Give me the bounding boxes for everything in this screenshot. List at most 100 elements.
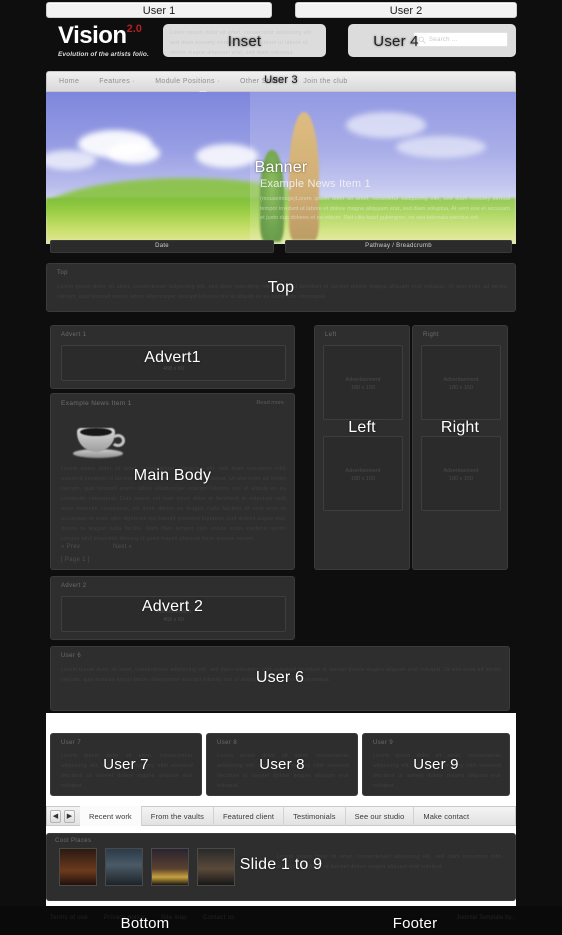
user8-body: Lorem ipsum dolor sit amet, consectetuer…: [217, 753, 349, 789]
advert2-ad-line1: Advertisement: [155, 609, 192, 615]
site-footer: Terms of use Privacy policy Site map Con…: [0, 906, 562, 935]
module-position-user2[interactable]: User 2: [295, 2, 517, 18]
user9-title: User 9: [373, 740, 394, 746]
article-next-link[interactable]: Next »: [113, 544, 132, 550]
advert2-banner-box[interactable]: Advertisement 468 x 60: [61, 596, 286, 632]
right-module-title: Right: [423, 332, 440, 338]
tab-recent-work[interactable]: Recent work: [80, 806, 142, 826]
banner-news-title: Example News Item 1: [260, 178, 371, 190]
chevron-right-icon: ▶: [66, 813, 73, 820]
slide-thumbnail-3[interactable]: [151, 848, 189, 886]
article-body: Lorem ipsum dolor sit amet, consectetuer…: [61, 466, 286, 542]
module-position-user4[interactable]: Search ...: [348, 24, 516, 57]
nav-item-other-stuff[interactable]: Other Stuff ·: [240, 78, 283, 85]
right-ad1-line2: 180 x 150: [448, 385, 474, 391]
advert1-banner-box[interactable]: Advertisement 468 x 60: [61, 345, 286, 381]
advert2-ad-line2: 468 x 60: [162, 617, 185, 623]
logo-tagline: Evolution of the artists folio.: [58, 51, 149, 58]
module-position-right[interactable]: Right Advertisement 180 x 150 Advertisem…: [412, 325, 508, 570]
left-ad2-line1: Advertisement: [345, 468, 381, 474]
article-page-indicator: [ Page 1 ]: [61, 557, 90, 563]
module-position-top[interactable]: Top Lorem ipsum dolor sit amet, consecte…: [46, 263, 516, 312]
logo-text: Vision: [58, 22, 127, 49]
cloud-2: [108, 142, 160, 164]
user6-title: User 6: [61, 653, 82, 659]
article-body-top: [135, 414, 283, 424]
slide-thumbnail-1[interactable]: [59, 848, 97, 886]
footer-link-privacy[interactable]: Privacy policy: [104, 915, 145, 921]
breadcrumb-bar[interactable]: Pathway / Breadcrumb: [285, 240, 512, 253]
article-prev-link[interactable]: « Prev: [61, 544, 80, 550]
nav-item-module-positions[interactable]: Module Positions ·: [155, 78, 220, 85]
date-label: Date: [155, 243, 169, 249]
top-module-title: Top: [57, 270, 68, 276]
footer-link-terms[interactable]: Terms of use: [50, 915, 88, 921]
right-ad-box-2[interactable]: Advertisement 180 x 150: [421, 436, 501, 511]
footer-link-sitemap[interactable]: Site map: [161, 915, 187, 921]
footer-link-contact[interactable]: Contact us: [203, 915, 235, 921]
module-position-advert2[interactable]: Advert 2 Advertisement 468 x 60: [50, 576, 295, 640]
site-logo[interactable]: Vision2.0 Evolution of the artists folio…: [58, 22, 149, 58]
showcase-tab-strip[interactable]: ◀ ▶ Recent work From the vaults Featured…: [46, 806, 516, 826]
right-ad1-line1: Advertisement: [443, 377, 479, 383]
module-position-left[interactable]: Left Advertisement 180 x 150 Advertiseme…: [314, 325, 410, 570]
top-module-body: Lorem ipsum dolor sit amet, consectetuer…: [57, 284, 507, 300]
nav-item-features[interactable]: Features ·: [99, 78, 135, 85]
advert1-ad-line2: 468 x 60: [162, 366, 185, 372]
tab-see-our-studio[interactable]: See our studio: [346, 806, 415, 826]
left-ad1-line1: Advertisement: [345, 377, 381, 383]
banner-image-area: Example News Item 1 (mouseimage)Lorem ip…: [46, 92, 516, 244]
user6-body: Lorem ipsum dolor sit amet, consectetuer…: [61, 667, 501, 683]
coffee-cup-image: [73, 416, 125, 460]
left-ad-box-2[interactable]: Advertisement 180 x 150: [323, 436, 403, 511]
user8-title: User 8: [217, 740, 238, 746]
module-position-user1[interactable]: User 1: [46, 2, 272, 18]
article-read-more-link[interactable]: Read more: [256, 400, 284, 406]
nav-item-join-the-club[interactable]: Join the club: [303, 78, 348, 85]
inset-ghost-text: Lorem ipsum dolor sit amet, consectetur …: [170, 30, 314, 56]
left-ad2-line2: 180 x 150: [350, 476, 376, 482]
tab-testimonials[interactable]: Testimonials: [284, 806, 346, 826]
tab-prev-button[interactable]: ◀: [50, 809, 61, 823]
tab-next-button[interactable]: ▶: [64, 809, 75, 823]
footer-credit: Joomla! Template by...: [456, 915, 516, 921]
user7-body: Lorem ipsum dolor sit amet, consectetuer…: [61, 753, 193, 789]
slide-module-title: Cool Places: [55, 838, 92, 844]
module-position-user9[interactable]: User 9 Lorem ipsum dolor sit amet, conse…: [362, 733, 510, 796]
left-ad1-line2: 180 x 150: [350, 385, 376, 391]
left-ad-box-1[interactable]: Advertisement 180 x 150: [323, 345, 403, 420]
user9-body: Lorem ipsum dolor sit amet, consectetuer…: [373, 753, 501, 789]
advert1-ad-line1: Advertisement: [155, 358, 192, 364]
slide-thumbnail-2[interactable]: [105, 848, 143, 886]
tab-featured-client[interactable]: Featured client: [214, 806, 285, 826]
chevron-left-icon: ◀: [52, 813, 59, 820]
footer-links[interactable]: Terms of use Privacy policy Site map Con…: [50, 915, 235, 921]
banner-news-body: (mouseimage)Lorem ipsum dolor sit amet, …: [260, 196, 510, 221]
pathway-label: Pathway / Breadcrumb: [365, 243, 432, 249]
module-position-inset[interactable]: Lorem ipsum dolor sit amet, consectetur …: [163, 24, 326, 57]
module-position-user8[interactable]: User 8 Lorem ipsum dolor sit amet, conse…: [206, 733, 358, 796]
banner-news-item[interactable]: Example News Item 1 (mouseimage)Lorem ip…: [260, 178, 510, 224]
module-position-date[interactable]: Date: [50, 240, 274, 253]
label-user2: User 2: [389, 5, 423, 17]
right-ad-box-1[interactable]: Advertisement 180 x 150: [421, 345, 501, 420]
article-title: Example News Item 1: [61, 400, 132, 407]
module-position-user6[interactable]: User 6 Lorem ipsum dolor sit amet, conse…: [50, 646, 510, 711]
page-root: User 1 User 2 Vision2.0 Evolution of the…: [0, 0, 562, 935]
main-body-article[interactable]: Example News Item 1 Read more Lorem ipsu…: [50, 393, 295, 570]
module-position-user7[interactable]: User 7 Lorem ipsum dolor sit amet, conse…: [50, 733, 202, 796]
right-ad2-line2: 180 x 150: [448, 476, 474, 482]
slide-thumbnail-4[interactable]: [197, 848, 235, 886]
module-position-advert1[interactable]: Advert 1 Advertisement 468 x 60: [50, 325, 295, 389]
tab-from-the-vaults[interactable]: From the vaults: [142, 806, 214, 826]
cup-handle: [111, 434, 125, 447]
search-icon: [418, 36, 426, 44]
tab-make-contact[interactable]: Make contact: [414, 806, 478, 826]
main-navigation[interactable]: Home Features · Module Positions · Other…: [46, 71, 516, 95]
search-box[interactable]: Search ...: [413, 32, 508, 47]
label-user1: User 1: [142, 5, 176, 17]
left-module-title: Left: [325, 332, 337, 338]
advert2-title: Advert 2: [61, 583, 87, 589]
nav-item-home[interactable]: Home: [59, 78, 79, 85]
module-position-slide[interactable]: Cool Places Lorem ipsum dolor sit amet, …: [46, 833, 516, 901]
